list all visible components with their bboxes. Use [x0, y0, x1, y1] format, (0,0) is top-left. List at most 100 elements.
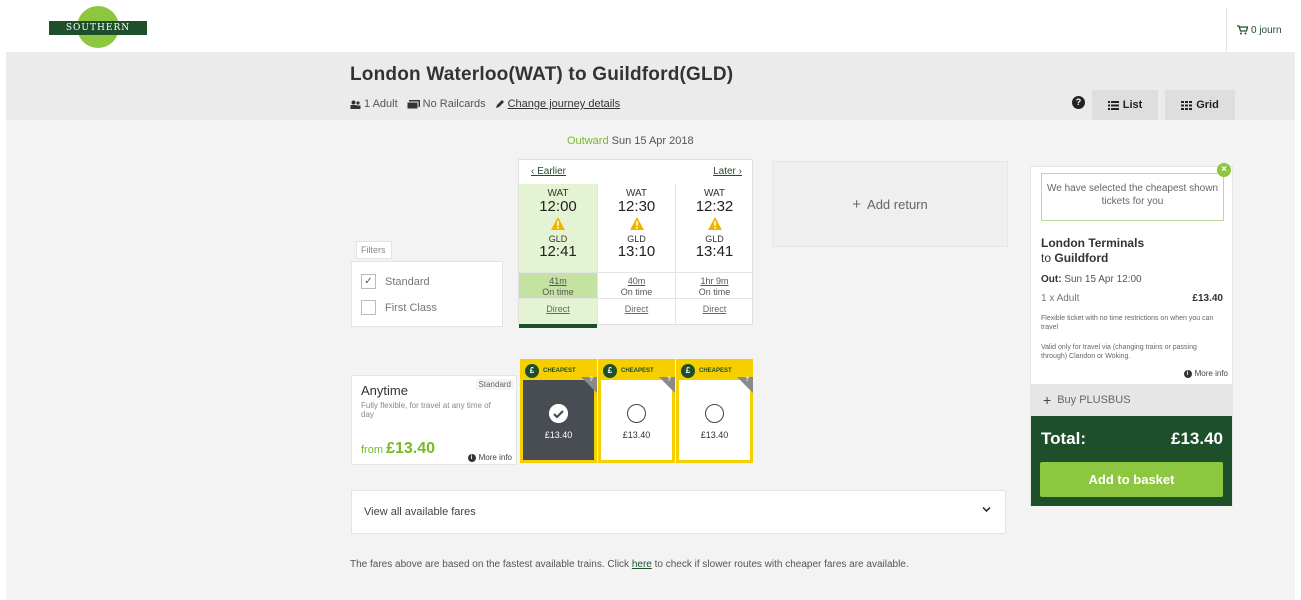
warning-icon[interactable] [551, 217, 565, 230]
train-duration-status[interactable]: 40m On time [598, 272, 675, 298]
logo-text: SOUTHERN [49, 21, 147, 35]
standard-checkbox[interactable]: ✓ [361, 274, 376, 289]
train-duration-status[interactable]: 1hr 9m On time [676, 272, 753, 298]
train-route-type[interactable]: Direct [519, 298, 597, 320]
passengers-info: 1 Adult [350, 98, 398, 110]
list-view-label: List [1122, 99, 1143, 111]
summary-passenger-price: £13.40 [1192, 293, 1223, 304]
pound-icon: £ [681, 364, 695, 378]
filter-standard-label: Standard [385, 275, 430, 288]
railcard-icon [406, 99, 420, 109]
summary-more-info-link[interactable]: i More info [1183, 369, 1228, 378]
fare-more-info-link[interactable]: i More info [467, 453, 512, 462]
later-trains-link[interactable]: Later › [713, 166, 742, 177]
change-journey[interactable]: Change journey details [495, 98, 621, 110]
fare-radio-selected[interactable] [549, 404, 568, 423]
question-icon: ? [589, 377, 593, 383]
outward-label: Outward [567, 135, 609, 147]
fares-footnote: The fares above are based on the fastest… [350, 559, 909, 570]
plusbus-label: Buy PLUSBUS [1057, 394, 1131, 406]
grid-icon [1181, 100, 1193, 110]
journey-meta: 1 Adult No Railcards Change journey deta… [350, 98, 629, 110]
basket-link[interactable]: 0 journ [1226, 8, 1301, 52]
add-to-basket-button[interactable]: Add to basket [1040, 462, 1223, 497]
filters-panel: ✓ Standard First Class [351, 261, 503, 327]
summary-to-station: Guildford [1054, 251, 1109, 265]
summary-route-note: Valid only for travel via (changing trai… [1041, 344, 1197, 360]
outward-date: Sun 15 Apr 2018 [611, 135, 694, 147]
add-return-button[interactable]: + Add return [772, 161, 1008, 247]
train-status: On time [698, 287, 731, 297]
southern-logo[interactable]: SOUTHERN [49, 6, 147, 48]
change-journey-link[interactable]: Change journey details [508, 98, 621, 110]
total-panel: Total: £13.40 Add to basket [1031, 416, 1232, 506]
grid-view-label: Grid [1196, 99, 1219, 111]
filter-standard[interactable]: ✓ Standard [361, 274, 430, 289]
railcards-info: No Railcards [406, 98, 486, 110]
footnote-text-before: The fares above are based on the fastest… [350, 559, 632, 570]
cart-icon [1237, 25, 1248, 35]
fare-cell-price: £13.40 [700, 430, 729, 440]
help-icon[interactable]: ? [1072, 96, 1085, 109]
buy-plusbus-button[interactable]: + Buy PLUSBUS [1031, 384, 1232, 416]
train-depart-time: 12:32 [695, 198, 734, 215]
train-times-panel: ‹ Earlier Later › WAT 12:00 GLD 12:41 41… [518, 159, 753, 328]
train-duration[interactable]: 40m [598, 276, 675, 287]
later-label: Later [713, 166, 736, 177]
outward-heading: Outward Sun 15 Apr 2018 [567, 135, 694, 147]
fare-cell-price: £13.40 [544, 430, 573, 440]
summary-outward: Out: Sun 15 Apr 12:00 [1041, 274, 1142, 285]
journey-summary: We have selected the cheapest shown tick… [1030, 163, 1233, 506]
fare-more-info-label: More info [478, 453, 512, 462]
pencil-icon [495, 100, 504, 108]
question-icon: ? [745, 377, 749, 383]
cheapest-label: CHEAPEST [699, 368, 732, 374]
pound-icon: £ [525, 364, 539, 378]
summary-origin: London Terminals [1041, 236, 1145, 250]
train-route-type[interactable]: Direct [676, 298, 753, 320]
info-icon: i [467, 453, 476, 462]
train-duration[interactable]: 1hr 9m [676, 276, 753, 287]
view-all-fares-label: View all available fares [364, 506, 476, 518]
question-icon: ? [667, 377, 671, 383]
train-arrive-time: 13:41 [695, 243, 734, 260]
summary-passenger: 1 x Adult [1041, 293, 1080, 304]
grid-view-button[interactable]: Grid [1165, 90, 1235, 120]
fare-cell[interactable]: £ CHEAPEST ? £13.40 [676, 359, 753, 463]
train-duration[interactable]: 41m [519, 276, 597, 287]
train-option[interactable]: WAT 12:00 GLD 12:41 41m On time Direct [519, 184, 597, 328]
cheapest-tooltip: We have selected the cheapest shown tick… [1041, 173, 1224, 221]
train-option[interactable]: WAT 12:32 GLD 13:41 1hr 9m On time Direc… [675, 184, 753, 324]
train-duration-status[interactable]: 41m On time [519, 272, 597, 298]
fare-radio[interactable] [627, 404, 646, 423]
fare-cell[interactable]: £ CHEAPEST ? £13.40 [598, 359, 675, 463]
summary-out-value: Sun 15 Apr 12:00 [1064, 274, 1142, 285]
fare-cell-price: £13.40 [622, 430, 651, 440]
people-icon [350, 100, 361, 109]
train-route-type[interactable]: Direct [598, 298, 675, 320]
warning-icon[interactable] [629, 217, 644, 230]
earlier-trains-link[interactable]: ‹ Earlier [531, 166, 566, 177]
railcards-label: No Railcards [422, 98, 486, 110]
first-class-checkbox[interactable] [361, 300, 376, 315]
slower-routes-link[interactable]: here [632, 559, 652, 570]
summary-ticket-note: Flexible ticket with no time restriction… [1041, 315, 1214, 331]
list-view-button[interactable]: List [1092, 90, 1158, 120]
top-bar: SOUTHERN 0 journ [0, 0, 1301, 52]
pound-icon: £ [603, 364, 617, 378]
fare-cell[interactable]: £ CHEAPEST ? £13.40 [520, 359, 597, 463]
journey-header: London Waterloo(WAT) to Guildford(GLD) 1… [6, 52, 1295, 120]
close-icon[interactable]: × [1217, 163, 1231, 177]
train-status: On time [542, 287, 574, 297]
total-label: Total: [1041, 429, 1087, 448]
train-status: On time [620, 287, 653, 297]
info-icon: i [1183, 369, 1192, 378]
check-icon [549, 404, 568, 423]
fare-from-label: from [361, 444, 383, 456]
filter-first-class[interactable]: First Class [361, 300, 437, 315]
fare-radio[interactable] [705, 404, 724, 423]
warning-icon[interactable] [707, 217, 722, 230]
view-all-fares-dropdown[interactable]: View all available fares [351, 490, 1006, 534]
train-option[interactable]: WAT 12:30 GLD 13:10 40m On time Direct [597, 184, 675, 324]
filter-first-class-label: First Class [385, 301, 437, 314]
